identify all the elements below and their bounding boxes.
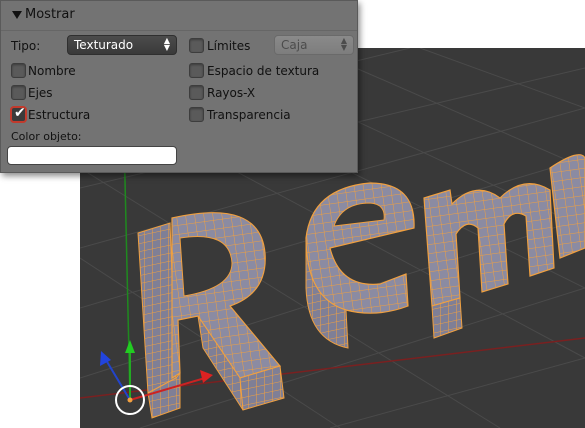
ejes-label: Ejes: [28, 86, 53, 100]
wire-letter-fragment: [549, 154, 585, 259]
limites-checkbox[interactable]: [189, 38, 204, 53]
nombre-checkbox[interactable]: [11, 63, 26, 78]
limites-label: Límites: [207, 39, 251, 53]
tipo-dropdown[interactable]: Texturado ▲ ▼: [67, 35, 177, 55]
x-arrow-icon: [200, 370, 213, 383]
wire-letter-m: [423, 183, 555, 339]
estructura-label: Estructura: [28, 108, 91, 122]
rayos-x-label: Rayos-X: [207, 86, 256, 100]
limites-dropdown[interactable]: Caja ▲ ▼: [274, 35, 354, 55]
wire-letter-e: [305, 182, 415, 349]
wire-letter-r: [137, 212, 285, 419]
transparencia-checkbox[interactable]: [189, 107, 204, 122]
checkmark-icon: ✔: [14, 105, 26, 121]
ejes-checkbox[interactable]: [11, 85, 26, 100]
espacio-textura-label: Espacio de textura: [207, 64, 320, 78]
estructura-checkbox[interactable]: ✔: [11, 105, 26, 122]
nombre-label: Nombre: [28, 64, 76, 78]
tipo-label: Tipo:: [11, 39, 41, 53]
tipo-value: Texturado: [74, 38, 134, 52]
y-arrow-icon: [125, 340, 135, 353]
limites-value: Caja: [281, 38, 308, 52]
panel-header[interactable]: Mostrar: [1, 1, 357, 31]
collapse-triangle-icon[interactable]: [12, 11, 22, 19]
rayos-x-checkbox[interactable]: [189, 85, 204, 100]
display-panel: Mostrar Tipo: Texturado ▲ ▼ Límites Caja …: [0, 0, 358, 173]
panel-title: Mostrar: [25, 7, 75, 22]
dropdown-arrows-icon: ▲ ▼: [163, 36, 170, 52]
color-objeto-swatch[interactable]: [7, 146, 177, 165]
dropdown-arrows-icon: ▲ ▼: [340, 36, 347, 52]
color-objeto-label: Color objeto:: [11, 130, 82, 143]
espacio-textura-checkbox[interactable]: [189, 63, 204, 78]
transparencia-label: Transparencia: [207, 108, 291, 122]
